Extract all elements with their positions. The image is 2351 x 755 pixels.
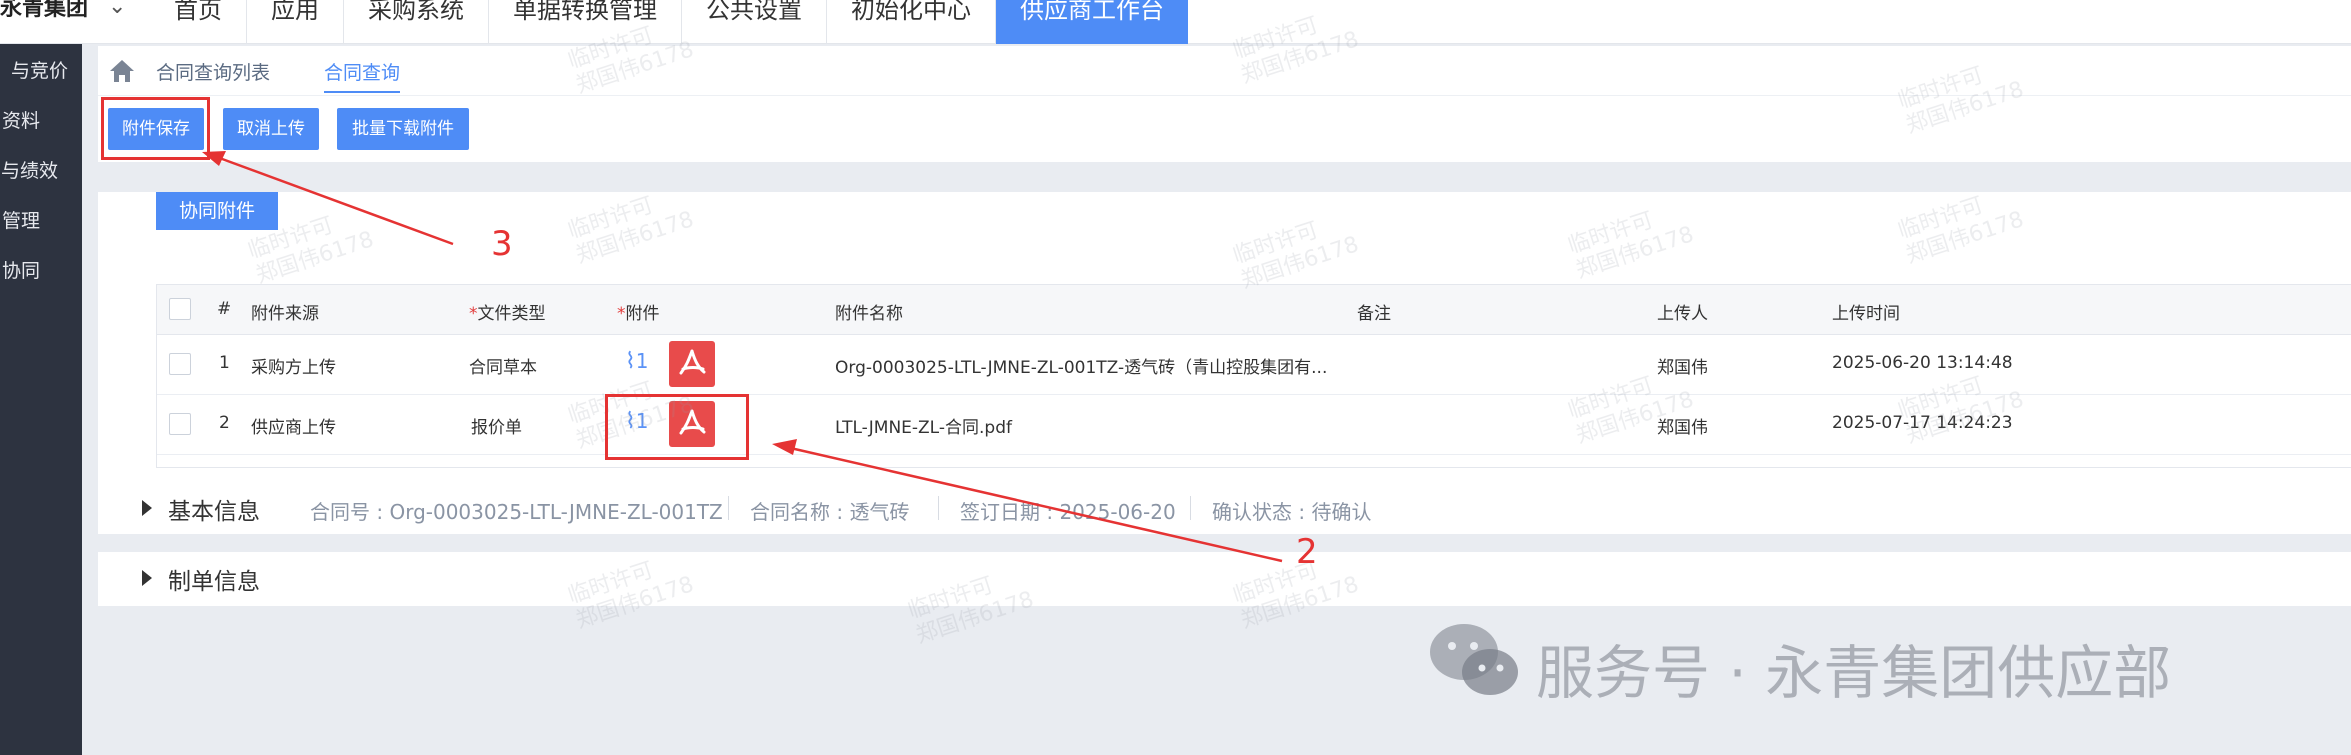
- breadcrumb: 合同查询列表 合同查询: [98, 46, 2351, 96]
- row-file-type[interactable]: 合同草本: [469, 353, 537, 378]
- col-attachment: *附件: [617, 299, 660, 324]
- table-row[interactable]: 1 采购方上传 合同草本 ⌇1 Org-0003025-LTL-JMNE-ZL-…: [157, 335, 2351, 395]
- select-all-checkbox[interactable]: [169, 298, 191, 320]
- breadcrumb-contract-list[interactable]: 合同查询列表: [156, 58, 270, 85]
- sidebar-item-collab[interactable]: 协同: [0, 256, 82, 286]
- row-attachment-name[interactable]: LTL-JMNE-ZL-合同.pdf: [835, 413, 1012, 438]
- maker-info-title[interactable]: 制单信息: [168, 562, 260, 596]
- divider: [938, 496, 939, 520]
- nav-item-init-center[interactable]: 初始化中心: [827, 0, 996, 44]
- required-mark: *: [469, 304, 478, 324]
- app-logo: 永青集团: [0, 0, 89, 21]
- attachment-table: # 附件来源 *文件类型 *附件 附件名称 备注 上传人 上传时间 1 采购方上…: [156, 284, 2351, 468]
- col-uploader: 上传人: [1657, 304, 1708, 324]
- chevron-down-icon[interactable]: ⌄: [108, 0, 126, 19]
- sidebar: 与竞价 资料 与绩效 管理 协同: [0, 44, 82, 755]
- contract-name: 合同名称 : 透气砖: [750, 500, 910, 524]
- col-attachment-label: 附件: [625, 304, 660, 324]
- nav-item-public-settings[interactable]: 公共设置: [682, 0, 827, 44]
- sidebar-item-label: 与绩效: [0, 160, 58, 182]
- sidebar-item-profile[interactable]: 资料: [0, 106, 82, 136]
- col-remark: 备注: [1357, 304, 1391, 324]
- row-checkbox[interactable]: [169, 353, 191, 375]
- col-index: #: [217, 299, 232, 319]
- row-source: 供应商上传: [251, 418, 336, 438]
- row-file-type[interactable]: 报价单: [471, 413, 522, 438]
- nav-item-procurement[interactable]: 采购系统: [344, 0, 489, 44]
- nav-item-home[interactable]: 首页: [150, 0, 247, 44]
- row-source: 采购方上传: [251, 358, 336, 378]
- nav-item-supplier-workbench[interactable]: 供应商工作台: [996, 0, 1188, 44]
- nav-item-doc-conversion[interactable]: 单据转换管理: [489, 0, 682, 44]
- sidebar-item-label: 资料: [1, 110, 40, 132]
- confirm-status: 确认状态 : 待确认: [1212, 500, 1372, 524]
- sidebar-item-bidding[interactable]: 与竞价: [0, 56, 82, 86]
- breadcrumb-contract-query[interactable]: 合同查询: [324, 58, 401, 93]
- attachment-count: 1: [635, 349, 649, 373]
- tab-collab-attachments[interactable]: 协同附件: [156, 192, 278, 230]
- row-upload-time: 2025-06-20 13:14:48: [1832, 353, 2013, 373]
- col-upload-time: 上传时间: [1832, 304, 1900, 324]
- pdf-icon[interactable]: [669, 341, 715, 387]
- sidebar-item-label: 管理: [1, 210, 40, 232]
- col-file-type: *文件类型: [469, 299, 546, 324]
- col-name: 附件名称: [835, 304, 903, 324]
- basic-info-section[interactable]: 基本信息 合同号 : Org-0003025-LTL-JMNE-ZL-001TZ…: [98, 482, 2351, 534]
- divider: [728, 496, 729, 520]
- table-header: # 附件来源 *文件类型 *附件 附件名称 备注 上传人 上传时间: [157, 285, 2351, 335]
- annotation-label-2: 2: [1296, 532, 1318, 572]
- attachment-panel: 协同附件 # 附件来源 *文件类型 *附件 附件名称 备注 上传人 上传时间 1…: [98, 192, 2351, 532]
- row-index: 1: [219, 353, 230, 373]
- divider: [1190, 496, 1191, 520]
- row-index: 2: [219, 413, 230, 433]
- sidebar-item-performance[interactable]: 与绩效: [0, 156, 82, 186]
- pdf-glyph-icon: [679, 349, 706, 375]
- sidebar-item-label: 协同: [1, 260, 40, 282]
- wechat-icon: [1430, 624, 1518, 695]
- row-checkbox[interactable]: [169, 413, 191, 435]
- toolbar: 附件保存 取消上传 批量下载附件: [98, 96, 2351, 162]
- footer-text: 服务号 · 永青集团供应部: [1536, 639, 2172, 707]
- basic-info-title[interactable]: 基本信息: [168, 492, 260, 526]
- row-attachment-name[interactable]: Org-0003025-LTL-JMNE-ZL-001TZ-透气砖（青山控股集团…: [835, 353, 1327, 378]
- table-row[interactable]: 2 供应商上传 报价单 ⌇1 LTL-JMNE-ZL-合同.pdf 郑国伟 20…: [157, 395, 2351, 455]
- col-source: 附件来源: [251, 304, 319, 324]
- contract-number: 合同号 : Org-0003025-LTL-JMNE-ZL-001TZ: [310, 500, 723, 524]
- required-mark: *: [617, 304, 626, 324]
- col-file-type-label: 文件类型: [477, 304, 546, 324]
- home-icon[interactable]: [108, 58, 136, 84]
- batch-download-button[interactable]: 批量下载附件: [337, 108, 469, 150]
- sidebar-item-label: 与竞价: [10, 60, 68, 82]
- row-uploader: 郑国伟: [1657, 418, 1708, 438]
- main-nav: 首页 应用 采购系统 单据转换管理 公共设置 初始化中心 供应商工作台: [150, 0, 1188, 44]
- annotation-label-3: 3: [491, 224, 513, 264]
- expand-triangle-icon[interactable]: [142, 570, 152, 586]
- paperclip-icon[interactable]: ⌇1: [625, 349, 648, 374]
- sign-date: 签订日期 : 2025-06-20: [960, 500, 1176, 524]
- row-uploader: 郑国伟: [1657, 358, 1708, 378]
- annotation-box-save: [101, 97, 210, 160]
- row-upload-time: 2025-07-17 14:24:23: [1832, 413, 2013, 433]
- nav-item-apps[interactable]: 应用: [247, 0, 344, 44]
- maker-info-section[interactable]: 制单信息: [98, 552, 2351, 606]
- expand-triangle-icon[interactable]: [142, 500, 152, 516]
- annotation-box-attachment: [605, 394, 749, 460]
- cancel-upload-button[interactable]: 取消上传: [223, 108, 319, 150]
- top-navbar: 永青集团 ⌄ 首页 应用 采购系统 单据转换管理 公共设置 初始化中心 供应商工…: [0, 0, 2351, 44]
- sidebar-item-management[interactable]: 管理: [0, 206, 82, 236]
